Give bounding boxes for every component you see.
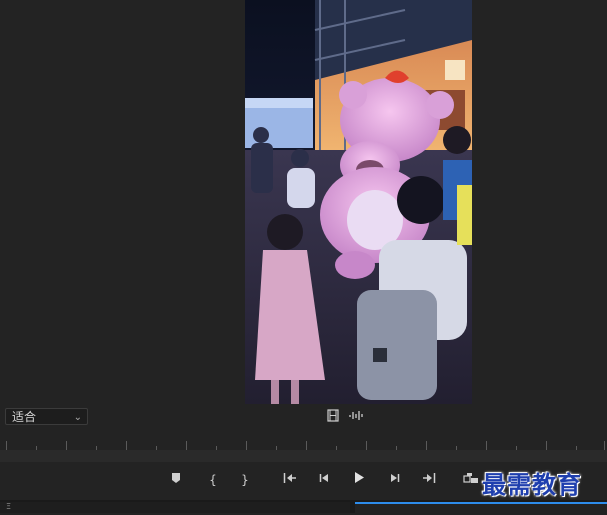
ruler-tick [186, 441, 187, 450]
marker-icon[interactable] [165, 470, 187, 490]
ruler-tick [66, 441, 67, 450]
timeline-ruler[interactable] [0, 436, 607, 451]
ruler-tick [246, 441, 247, 450]
timeline-panel-header[interactable] [355, 502, 607, 515]
ruler-tick [604, 441, 605, 450]
video-frame-image [245, 0, 472, 404]
insert-icon[interactable] [460, 470, 482, 490]
ruler-tick [306, 441, 307, 450]
chevron-down-icon: ⌄ [73, 412, 82, 423]
mark-in-icon[interactable]: { [202, 470, 224, 490]
play-icon[interactable] [348, 470, 370, 490]
watermark-logo: 最需教育 [482, 470, 582, 499]
ruler-tick [546, 441, 547, 450]
bottom-panels: Ξ [0, 500, 607, 515]
go-to-in-icon[interactable] [279, 470, 301, 490]
step-forward-icon[interactable] [384, 470, 406, 490]
ruler-tick [426, 441, 427, 450]
program-monitor: 适合 ⌄ [0, 0, 607, 425]
fit-zoom-value: 适合 [12, 410, 37, 424]
ruler-tick [486, 441, 487, 450]
fit-zoom-dropdown[interactable]: 适合 ⌄ [5, 408, 88, 425]
mark-out-icon[interactable]: } [234, 470, 256, 490]
video-preview [245, 0, 472, 404]
monitor-view-tools [327, 409, 363, 423]
ruler-tick [126, 441, 127, 450]
project-panel-header: Ξ [0, 502, 350, 513]
step-back-icon[interactable] [313, 470, 335, 490]
go-to-out-icon[interactable] [418, 470, 440, 490]
timeline-scrub-bar[interactable] [0, 450, 607, 462]
film-icon[interactable] [327, 409, 339, 423]
panel-label: Ξ [6, 502, 12, 511]
audio-waveform-icon[interactable] [349, 409, 363, 423]
ruler-tick [6, 441, 7, 450]
ruler-tick [366, 441, 367, 450]
